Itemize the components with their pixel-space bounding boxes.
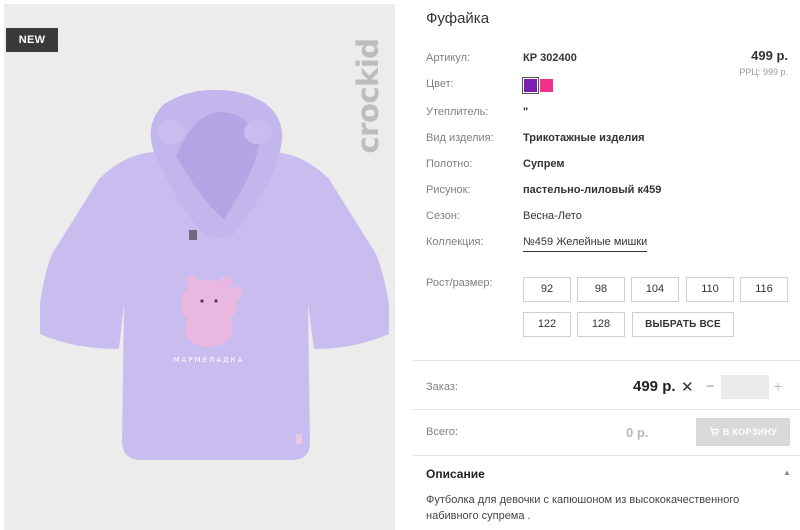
size-button-98[interactable]: 98: [577, 277, 625, 302]
divider: [413, 360, 800, 361]
description-title[interactable]: Описание: [426, 467, 485, 481]
fabric-value: Супрем: [523, 158, 565, 170]
article-value: КР 302400: [523, 52, 577, 64]
insulation-label: Утеплитель:: [426, 106, 489, 118]
type-value: Трикотажные изделия: [523, 132, 645, 144]
size-button-110[interactable]: 110: [686, 277, 734, 302]
add-to-cart-label: В КОРЗИНУ: [722, 427, 778, 437]
description-text: Футболка для девочки с капюшоном из высо…: [426, 494, 740, 522]
size-button-122[interactable]: 122: [523, 312, 571, 337]
select-all-sizes-button[interactable]: ВЫБРАТЬ ВСЕ: [632, 312, 734, 337]
insulation-value: ": [523, 106, 529, 118]
print-value: пастельно-лиловый к459: [523, 184, 662, 196]
size-button-116[interactable]: 116: [740, 277, 788, 302]
print-label: Рисунок:: [426, 184, 471, 196]
type-label: Вид изделия:: [426, 132, 494, 144]
size-button-92[interactable]: 92: [523, 277, 571, 302]
product-image: МАРМЕЛАДКА: [40, 89, 389, 460]
product-rrp: РРЦ: 999 р.: [739, 67, 788, 77]
quantity-input[interactable]: [721, 375, 769, 399]
order-price: 499 р.: [633, 378, 676, 395]
chevron-up-icon[interactable]: ▲: [783, 468, 791, 477]
quantity-decrease-button[interactable]: −: [706, 378, 715, 395]
color-swatch-pink[interactable]: [540, 79, 553, 92]
total-label: Всего:: [426, 426, 458, 438]
divider: [413, 455, 800, 456]
product-photo: МАРМЕЛАДКА NEW crockid: [4, 4, 395, 530]
collection-label: Коллекция:: [426, 236, 484, 248]
add-to-cart-button[interactable]: В КОРЗИНУ: [696, 418, 790, 446]
size-button-128[interactable]: 128: [577, 312, 625, 337]
order-label: Заказ:: [426, 381, 458, 393]
quantity-increase-button[interactable]: +: [774, 378, 782, 394]
product-title: Фуфайка: [426, 10, 490, 27]
color-label: Цвет:: [426, 78, 454, 90]
shirt-print-text: МАРМЕЛАДКА: [174, 356, 245, 364]
cart-icon: [709, 427, 719, 437]
fabric-label: Полотно:: [426, 158, 473, 170]
collection-link-wrap[interactable]: №459 Желейные мишки: [523, 236, 648, 252]
brand-logo: crockid: [351, 38, 385, 154]
color-swatch-purple[interactable]: [522, 77, 539, 94]
season-label: Сезон:: [426, 210, 460, 222]
times-icon: ✕: [681, 379, 694, 396]
divider: [413, 409, 800, 410]
collection-link[interactable]: №459 Желейные мишки: [523, 236, 648, 252]
size-button-104[interactable]: 104: [631, 277, 679, 302]
product-price: 499 р.: [751, 48, 788, 63]
new-badge: NEW: [6, 28, 58, 52]
size-label: Рост/размер:: [426, 277, 493, 289]
season-value: Весна-Лето: [523, 210, 582, 222]
total-value: 0 р.: [626, 425, 649, 440]
article-label: Артикул:: [426, 52, 471, 64]
